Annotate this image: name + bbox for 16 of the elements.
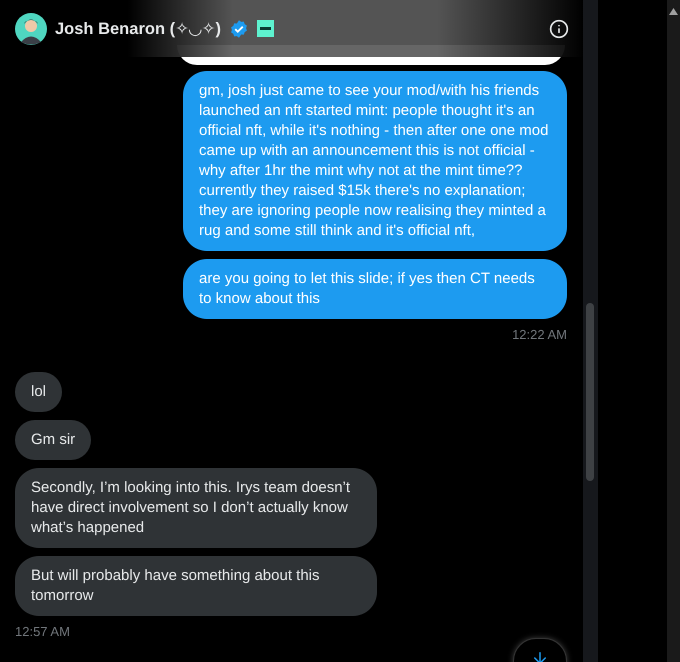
message-bubble: Gm sir <box>15 420 92 460</box>
message-bubble: gm, josh just came to see your mod/with his friends launched an nft started mint: people thought it's an official nft, while it's nothing - then after one one mod came up with an announcement this is not official - why after 1hr the mint why not at the mint time?? currently they raised $15k there's no explanation; they are ignoring people now realising they minted a rug and some still think and it's official nft, <box>183 71 567 251</box>
scrollbar[interactable] <box>583 0 598 662</box>
message-timestamp: 12:22 AM <box>512 327 567 342</box>
message-bubble: are you going to let this slide; if yes then CT needs to know about this <box>183 259 567 319</box>
info-button[interactable] <box>549 18 569 38</box>
page-scrollbar[interactable] <box>667 0 680 662</box>
arrow-down-icon <box>531 649 549 662</box>
message-timestamp: 12:57 AM <box>15 624 70 639</box>
affiliate-logo-icon <box>256 20 274 37</box>
message-bubble: But will probably have something about this tomorrow <box>15 556 377 616</box>
message-bubble: Secondly, I’m looking into this. Irys team doesn’t have direct involvement so I don’t actually know what’s happened <box>15 468 377 548</box>
avatar-icon[interactable] <box>15 12 47 44</box>
message-bubble: lol <box>15 372 62 412</box>
scroll-up-arrow-icon[interactable] <box>669 8 678 15</box>
contact-name: Josh Benaron (✧◡✧) <box>55 18 221 38</box>
